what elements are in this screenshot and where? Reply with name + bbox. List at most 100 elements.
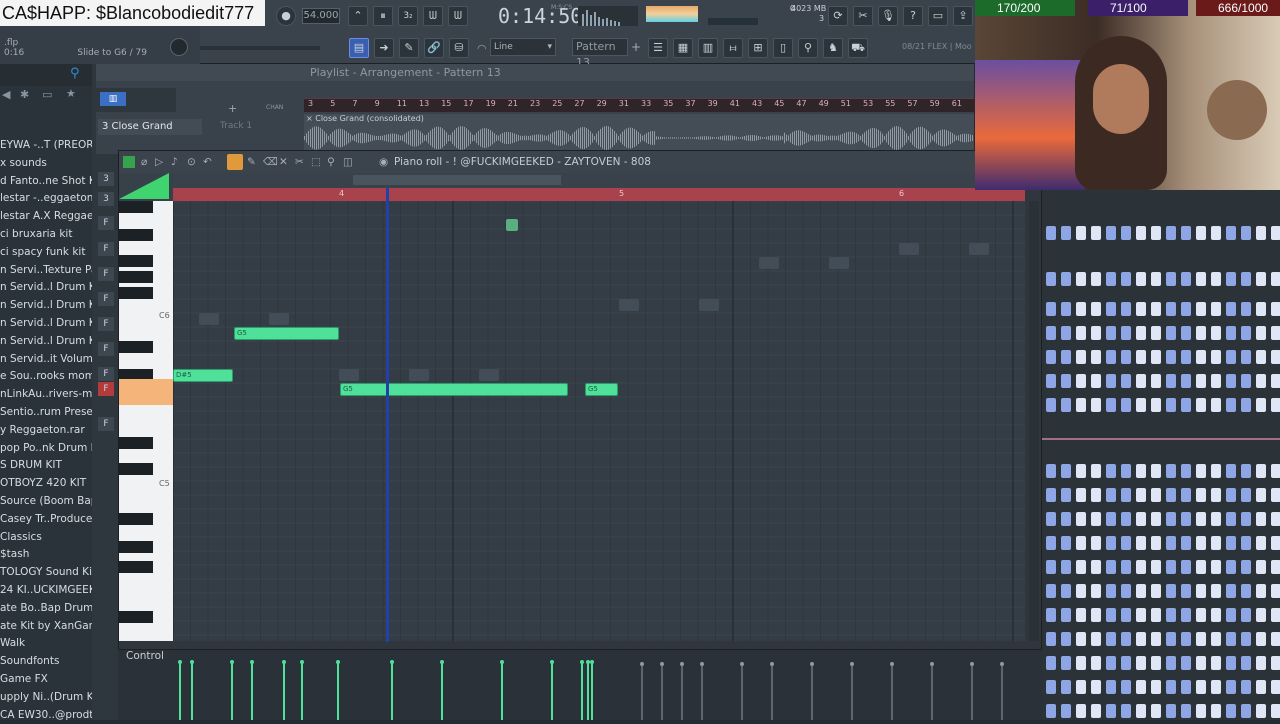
browser-item[interactable]: Soundfonts (0, 653, 92, 671)
undo-icon[interactable]: ↶ (203, 151, 212, 173)
control-selector[interactable]: Control (126, 650, 164, 662)
countdown-icon[interactable]: 3₂ (398, 6, 418, 26)
browser-item[interactable]: lestar A.X Reggaeton (0, 208, 92, 226)
mixer-icon[interactable]: ⧦ (723, 38, 743, 58)
select-tool-icon[interactable]: ⬚ (311, 151, 321, 173)
stamp-icon[interactable]: ⛁ (449, 38, 469, 58)
browser-item[interactable]: ate Bo..Bap Drumkit (0, 600, 92, 618)
browser-item[interactable]: x sounds (0, 155, 92, 173)
piano-roll-scroll[interactable] (173, 173, 1025, 188)
browser-item[interactable]: 24 KI..UCKIMGEEKED (0, 582, 92, 600)
channel-slot[interactable]: F (98, 367, 114, 381)
zoom-icon[interactable]: ⚲ (327, 151, 335, 173)
piano-roll-menu-icon[interactable] (123, 156, 135, 168)
channel-slot[interactable]: F (98, 292, 114, 306)
star-icon[interactable]: ★ (66, 87, 76, 100)
save-icon[interactable]: ▭ (928, 6, 948, 26)
master-volume-knob[interactable] (170, 38, 188, 56)
channel-slot[interactable]: F (98, 317, 114, 331)
paint-icon[interactable]: ✎ (247, 151, 256, 173)
record-button[interactable]: ● (276, 6, 296, 26)
browser-item[interactable]: n Servid..it Volume 5 (0, 351, 92, 369)
midi-note[interactable]: G5 (340, 383, 568, 396)
playlist-track[interactable]: × Close Grand (consolidated) (304, 114, 974, 152)
cut-icon[interactable]: ✂ (853, 6, 873, 26)
browser-item[interactable]: lestar -..eggaeton V2 (0, 190, 92, 208)
blend-notes-icon[interactable]: ᗯ (423, 6, 443, 26)
help-icon[interactable]: ? (903, 6, 923, 26)
cart-icon[interactable]: ⛟ (848, 38, 868, 58)
mute-icon[interactable]: ✕ (279, 151, 288, 173)
playhead[interactable] (386, 188, 389, 642)
draw-tool-icon[interactable] (227, 154, 243, 170)
browser-item[interactable]: ci bruxaria kit (0, 226, 92, 244)
piano-roll-tool-icon[interactable]: ▤ (349, 38, 369, 58)
browser-item[interactable]: e Sou..rooks moment (0, 368, 92, 386)
back-icon[interactable]: ◀ (2, 88, 10, 101)
target-icon[interactable]: ◉ (379, 151, 388, 173)
select-icon[interactable]: ⊙ (187, 151, 196, 173)
arrow-icon[interactable]: ➜ (374, 38, 394, 58)
channel-slot[interactable]: 3 (98, 172, 114, 186)
magnet-icon[interactable]: ⌀ (141, 151, 147, 173)
track-1-header[interactable]: Track 1 (218, 119, 302, 147)
playlist-ruler[interactable]: 3579111315171921232527293133353739414345… (304, 98, 974, 112)
browser-item[interactable]: Game FX (0, 671, 92, 689)
playlist-icon[interactable]: ☰ (648, 38, 668, 58)
midi-note[interactable]: G5 (585, 383, 618, 396)
browser-item[interactable]: OTBOYZ 420 KIT (0, 475, 92, 493)
snap-select[interactable]: Line▾ (490, 38, 556, 56)
slice-icon[interactable]: ✂ (295, 151, 304, 173)
channel-slot[interactable]: F (98, 242, 114, 256)
velocity-lane[interactable] (172, 658, 1024, 720)
news-ticker[interactable]: 08/21 FLEX | Moo (902, 42, 972, 51)
gear-icon[interactable]: ✱ (20, 88, 29, 101)
browser-item[interactable]: Sentio..rum Presets (0, 404, 92, 422)
marker-icon[interactable]: ♪ (171, 151, 178, 173)
delete-icon[interactable]: ⌫ (263, 151, 278, 173)
playlist-header[interactable]: Playlist - Arrangement - Pattern 13 (96, 64, 974, 81)
tempo-display[interactable]: 54.000 (302, 8, 340, 24)
browser-icon[interactable]: ▯ (773, 38, 793, 58)
touch-keyboard-icon[interactable]: ♞ (823, 38, 843, 58)
horizontal-scrollbar[interactable] (353, 175, 561, 185)
piano-roll-ruler[interactable]: 4 5 6 (173, 188, 1025, 201)
browser-item[interactable]: ate Kit by XanGang (0, 618, 92, 636)
channel-slot[interactable]: F (98, 267, 114, 281)
play-icon[interactable]: ▷ (155, 151, 163, 173)
pencil-icon[interactable]: ✎ (399, 38, 419, 58)
channel-slot[interactable]: 3 (98, 192, 114, 206)
browser-item[interactable]: $tash (0, 546, 92, 564)
note-grid[interactable]: G5D#5G5G5 (173, 201, 1025, 641)
browser-item[interactable]: nLinkAu..rivers-main (0, 386, 92, 404)
browser-item[interactable]: CA EW30..@prodtrivii (0, 707, 92, 724)
channel-close-grand[interactable]: 3 Close Grand (98, 119, 202, 135)
metronome-icon[interactable]: ⌃ (348, 6, 368, 26)
browser-item[interactable]: n Servid..l Drum Kit 1 (0, 279, 92, 297)
browser-item[interactable]: d Fanto..ne Shot Kit (0, 173, 92, 191)
playback-icon[interactable]: ◫ (343, 151, 353, 173)
browser-item[interactable]: Source (Boom Bap) (0, 493, 92, 511)
master-pitch-slider[interactable] (200, 46, 320, 50)
add-track-icon[interactable]: + (228, 102, 237, 115)
browser-item[interactable]: n Servid..l Drum Kit 5 (0, 315, 92, 333)
channel-slot[interactable]: F (98, 342, 114, 356)
channel-slot-selected[interactable]: F (98, 382, 114, 396)
piano-icon[interactable]: ▥ (100, 92, 126, 106)
piano-keyboard[interactable]: C6 C5 (119, 201, 173, 641)
browser-item[interactable]: upply Ni..(Drum Kit) (0, 689, 92, 707)
browser-item[interactable]: y Reggaeton.rar (0, 422, 92, 440)
browser-item[interactable]: Walk (0, 635, 92, 653)
plugin-picker-icon[interactable]: ⚲ (798, 38, 818, 58)
vertical-scrollbar[interactable] (1029, 201, 1039, 641)
piano-roll-titlebar[interactable]: ⌀ ▷ ♪ ⊙ ↶ ✎ ⌫ ✕ ✂ ⬚ ⚲ ◫ ◉ Piano roll - !… (119, 151, 1043, 173)
search-icon[interactable]: ⚲ (70, 66, 80, 81)
wait-input-icon[interactable]: ⏸ (373, 6, 393, 26)
add-pattern-icon[interactable]: + (631, 40, 641, 54)
undo-history-icon[interactable]: ⟳ (828, 6, 848, 26)
browser-item[interactable]: TOLOGY Sound Kit (0, 564, 92, 582)
browser-item[interactable]: pop Po..nk Drum Kit (0, 440, 92, 458)
browser-item[interactable]: Classics (0, 529, 92, 547)
plugin-database-icon[interactable]: ⊞ (748, 38, 768, 58)
link-icon[interactable]: 🔗 (424, 38, 444, 58)
